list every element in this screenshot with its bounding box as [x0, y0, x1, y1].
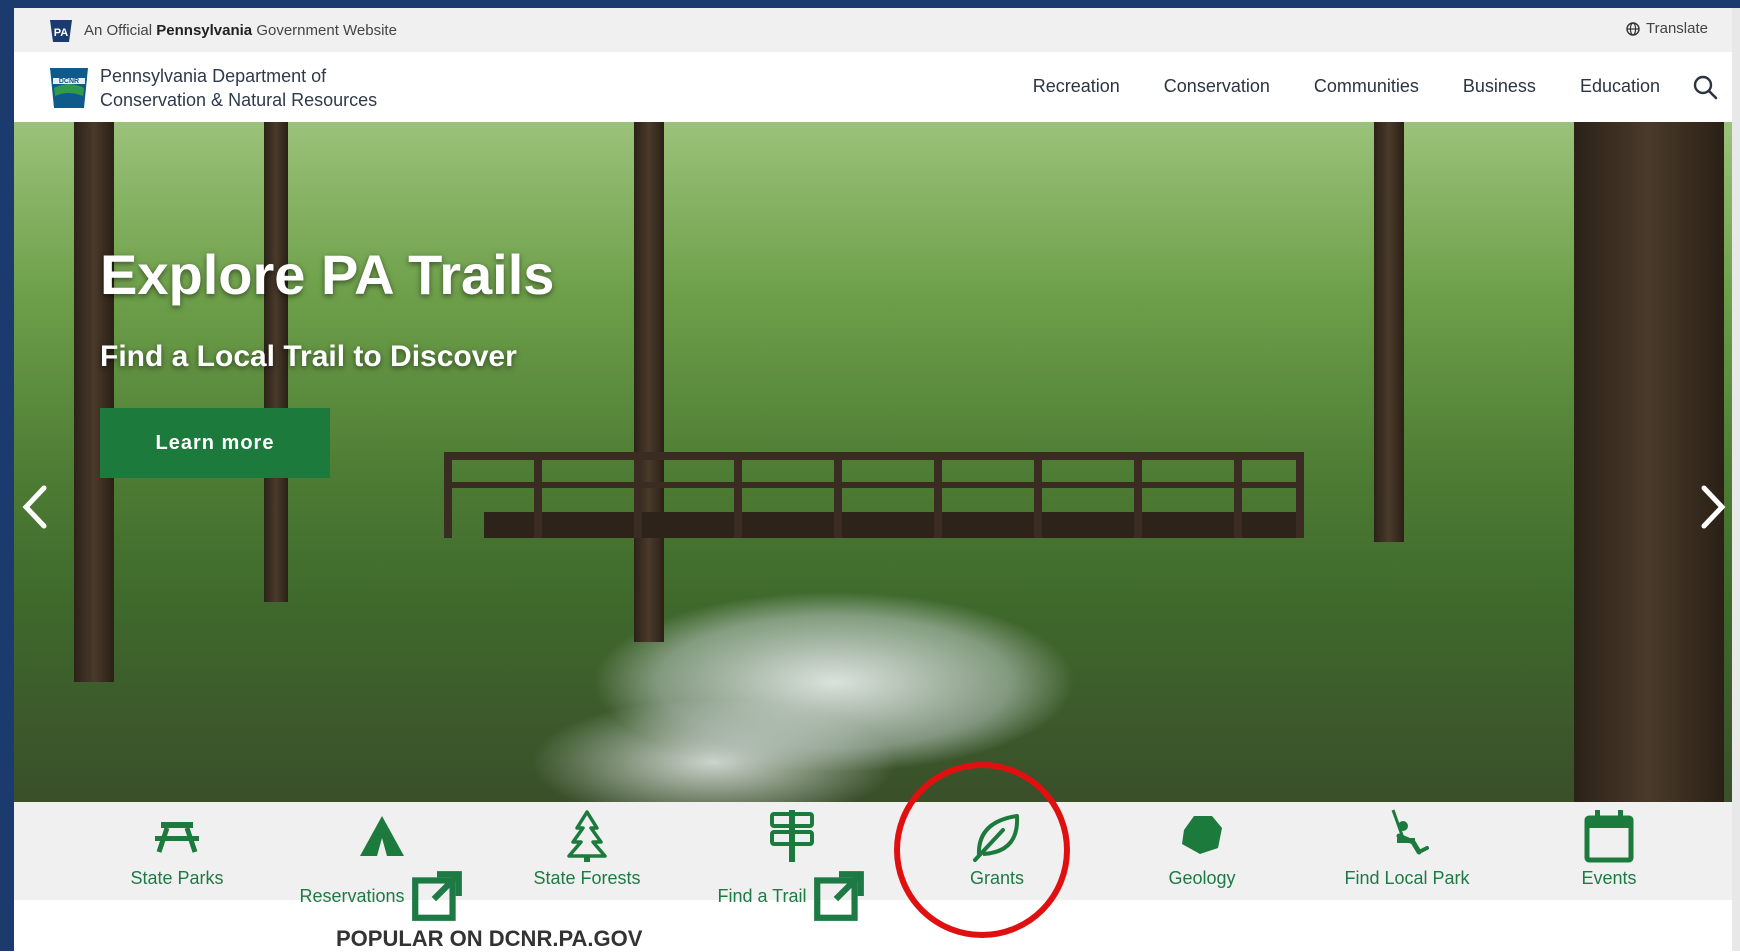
- quick-link-state-forests[interactable]: State Forests: [492, 808, 682, 896]
- main-menu: Recreation Conservation Communities Busi…: [1033, 76, 1660, 97]
- quick-link-state-parks[interactable]: State Parks: [82, 808, 272, 896]
- department-name-line1: Pennsylvania Department of: [100, 66, 327, 86]
- department-name[interactable]: Pennsylvania Department of Conservation …: [100, 64, 377, 112]
- quick-links-bar: State Parks Reservations State Forests F…: [14, 802, 1732, 921]
- learn-more-button[interactable]: Learn more: [100, 408, 330, 478]
- svg-text:PA: PA: [54, 27, 69, 39]
- site-header: DCNR Pennsylvania Department of Conserva…: [14, 52, 1740, 122]
- globe-icon: [1626, 21, 1640, 36]
- quick-link-events[interactable]: Events: [1514, 808, 1704, 896]
- external-link-icon: [813, 871, 864, 921]
- signpost-icon: [770, 810, 814, 862]
- quick-link-grants[interactable]: Grants: [902, 808, 1092, 896]
- department-name-line2: Conservation & Natural Resources: [100, 90, 378, 110]
- quick-link-label: Find Local Park: [1344, 868, 1470, 888]
- official-suffix: Government Website: [252, 22, 397, 39]
- quick-link-label: Geology: [1168, 868, 1236, 888]
- official-banner: PA An Official Pennsylvania Government W…: [14, 8, 1740, 53]
- quick-link-label: Grants: [969, 868, 1025, 888]
- menu-education[interactable]: Education: [1580, 76, 1660, 97]
- external-link-icon: [411, 871, 462, 921]
- hero-tree-trunk: [634, 122, 664, 642]
- hero-tree-trunk: [1374, 122, 1404, 542]
- official-text: An Official Pennsylvania Government Webs…: [84, 22, 397, 39]
- quick-link-label: Events: [1581, 868, 1637, 888]
- hero-subtitle: Find a Local Trail to Discover: [100, 340, 517, 373]
- chevron-left-icon[interactable]: [20, 482, 50, 532]
- hero-title: Explore PA Trails: [100, 243, 555, 306]
- menu-business[interactable]: Business: [1463, 76, 1536, 97]
- chevron-right-icon[interactable]: [1698, 482, 1728, 532]
- scrollbar[interactable]: [1732, 8, 1740, 951]
- pa-keystone-icon: PA: [50, 20, 72, 42]
- quick-link-label: State Forests: [533, 868, 641, 888]
- quick-link-label: Reservations: [299, 885, 405, 906]
- pine-tree-icon: [567, 810, 607, 862]
- official-prefix: An Official: [84, 22, 157, 39]
- rock-icon: [1182, 816, 1222, 854]
- quick-link-label: State Parks: [130, 868, 224, 888]
- quick-link-label: Find a Trail: [717, 885, 807, 906]
- quick-link-find-a-trail[interactable]: Find a Trail: [697, 808, 887, 921]
- dcnr-logo[interactable]: DCNR: [48, 66, 90, 110]
- picnic-table-icon: [155, 822, 199, 853]
- translate-button[interactable]: Translate: [1626, 20, 1708, 37]
- menu-conservation[interactable]: Conservation: [1164, 76, 1270, 97]
- hero-tree-trunk: [74, 122, 114, 682]
- search-icon[interactable]: [1692, 74, 1718, 100]
- menu-recreation[interactable]: Recreation: [1033, 76, 1120, 97]
- svg-text:DCNR: DCNR: [59, 78, 79, 85]
- playground-swing-icon: [1391, 809, 1429, 855]
- menu-communities[interactable]: Communities: [1314, 76, 1419, 97]
- leaf-icon: [973, 814, 1020, 862]
- calendar-icon: [1584, 810, 1634, 863]
- official-state: Pennsylvania: [156, 22, 253, 39]
- tent-icon: [360, 816, 404, 856]
- hero-tree-trunk: [1574, 122, 1724, 802]
- quick-link-geology[interactable]: Geology: [1107, 808, 1297, 896]
- quick-link-find-local-park[interactable]: Find Local Park: [1312, 808, 1502, 896]
- quick-link-reservations[interactable]: Reservations: [287, 808, 477, 921]
- hero-footbridge: [444, 452, 1304, 538]
- popular-heading: POPULAR ON DCNR.PA.GOV: [336, 926, 643, 951]
- translate-label: Translate: [1646, 20, 1708, 37]
- hero-carousel: Explore PA Trails Find a Local Trail to …: [14, 122, 1732, 802]
